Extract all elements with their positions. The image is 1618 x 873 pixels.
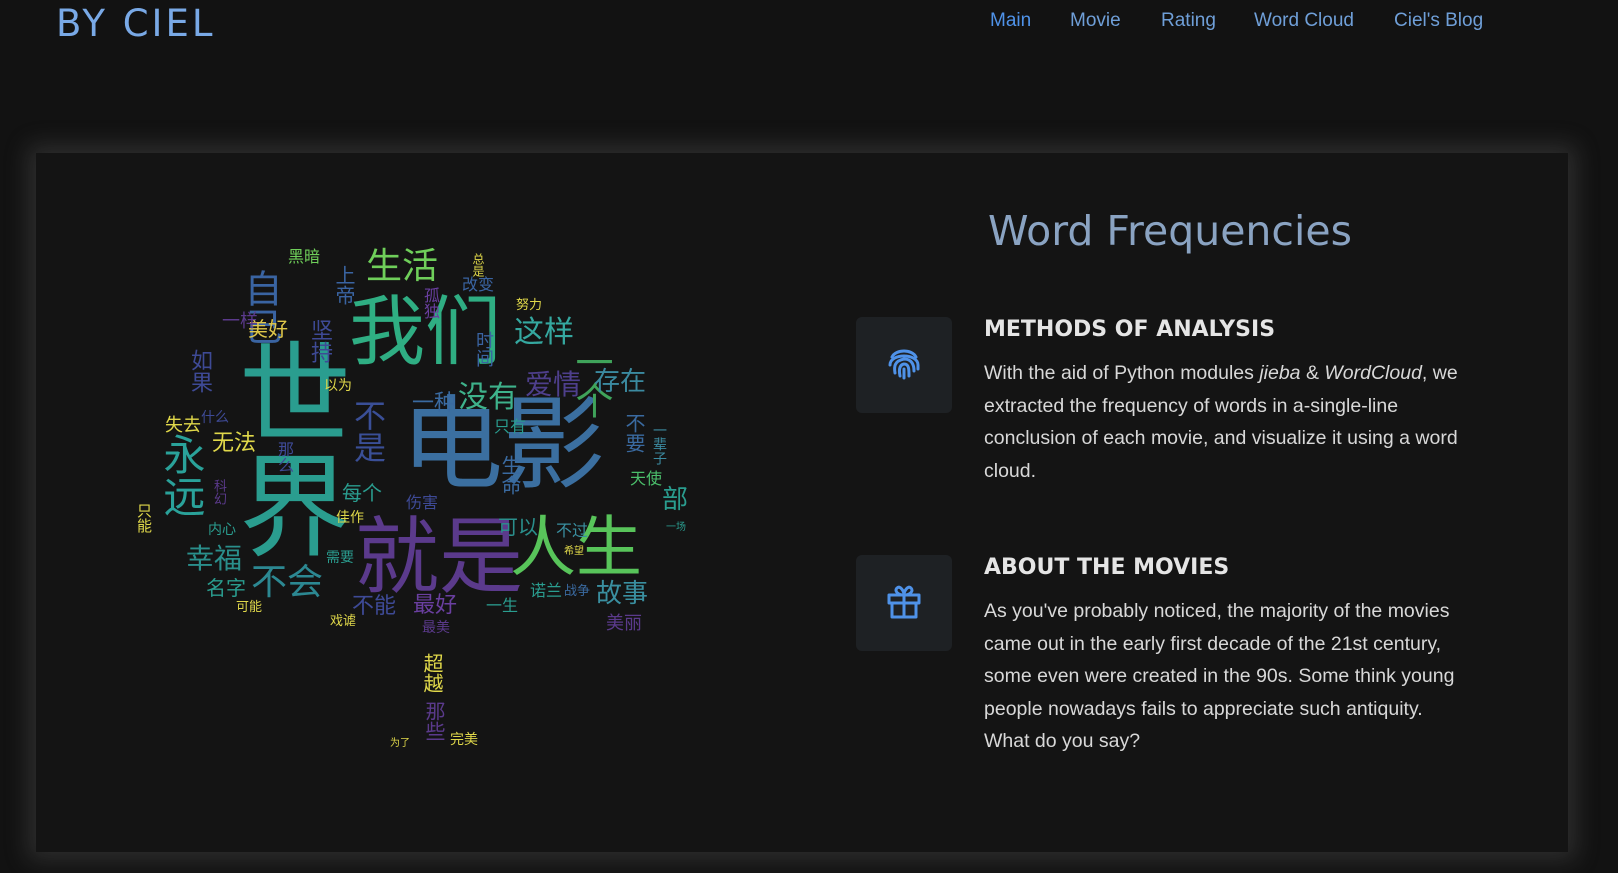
feature-description: As you've probably noticed, the majority… <box>984 600 1455 752</box>
cloud-word: 什么 <box>201 410 229 426</box>
cloud-word: 只有 <box>494 417 527 436</box>
cloud-word: 没有 <box>458 380 518 415</box>
cloud-word: 不过 <box>556 521 589 540</box>
cloud-word: 改变 <box>462 275 495 294</box>
cloud-word: 生活 <box>366 246 439 287</box>
cloud-word: 失去 <box>165 415 201 436</box>
cloud-word: 最好 <box>413 593 458 618</box>
fingerprint-icon-box <box>856 317 952 413</box>
cloud-word: 总是 <box>471 253 485 277</box>
cloud-word: 爱情 <box>525 368 582 401</box>
cloud-word: 希望 <box>564 546 584 557</box>
cloud-word: 以为 <box>324 378 352 394</box>
cloud-word: 内心 <box>208 522 236 538</box>
cloud-word: 为了 <box>390 738 410 749</box>
cloud-word: 如果 <box>187 349 212 393</box>
cloud-word: 一样 <box>222 311 258 332</box>
top-navbar: BY CIEL Main Movie Rating Word Cloud Cie… <box>0 0 1618 60</box>
cloud-word: 那么 <box>275 441 294 473</box>
cloud-word: 一场 <box>666 522 686 533</box>
nav-item-rating[interactable]: Rating <box>1161 10 1216 32</box>
feature-title: ABOUT THE MOVIES <box>984 555 1230 580</box>
cloud-word: 天使 <box>630 469 663 488</box>
cloud-word: 名字 <box>206 576 246 600</box>
cloud-word: 不要 <box>622 413 646 453</box>
cloud-word: 一辈子 <box>651 423 667 465</box>
feature-title: METHODS OF ANALYSIS <box>984 317 1276 342</box>
cloud-word: 努力 <box>516 298 543 313</box>
cloud-word: 一种 <box>412 391 457 416</box>
cloud-word: 科幻 <box>211 479 226 505</box>
cloud-word: 孤独 <box>421 287 440 319</box>
cloud-word: 可能 <box>236 600 263 615</box>
cloud-word: 存在 <box>594 367 647 397</box>
gift-icon-box <box>856 555 952 651</box>
cloud-word: 每个 <box>342 481 382 505</box>
cloud-word: 不能 <box>352 594 397 619</box>
gift-icon <box>884 581 924 625</box>
cloud-word: 上帝 <box>332 265 356 305</box>
nav-item-main[interactable]: Main <box>990 10 1031 32</box>
cloud-word: 美丽 <box>606 613 642 634</box>
cloud-word: 最美 <box>422 620 450 636</box>
cloud-word: 永远 <box>157 433 206 517</box>
cloud-word: 那些 <box>422 701 446 741</box>
cloud-word: 战争 <box>564 584 591 599</box>
cloud-word: 不是 <box>349 399 387 463</box>
nav-item-ciels-blog[interactable]: Ciel's Blog <box>1394 10 1483 32</box>
section-title: Word Frequencies <box>988 207 1352 255</box>
cloud-word: 黑暗 <box>288 247 321 266</box>
cloud-word: 戏谑 <box>330 614 357 629</box>
cloud-word: 生命 <box>498 455 522 495</box>
cloud-word: 坚持 <box>307 319 332 363</box>
cloud-word: 需要 <box>326 550 354 566</box>
nav-item-movie[interactable]: Movie <box>1070 10 1121 32</box>
cloud-word: 佳作 <box>336 510 364 526</box>
cloud-word: 一生 <box>486 596 519 615</box>
fingerprint-icon <box>884 343 924 387</box>
cloud-word: 诺兰 <box>530 581 563 600</box>
cloud-word: 伤害 <box>406 493 439 512</box>
word-cloud-image: 世界 电影 我们 就是 人生 永远 生活 自己 这样 一个 没有 爱情 存在 不… <box>36 153 816 852</box>
cloud-word: 超越 <box>420 653 444 693</box>
cloud-word: 部 <box>662 485 689 515</box>
cloud-word: 可以 <box>498 515 538 539</box>
cloud-word: 这样 <box>514 315 574 350</box>
cloud-word: 完美 <box>450 732 478 748</box>
word-frequency-card: 世界 电影 我们 就是 人生 永远 生活 自己 这样 一个 没有 爱情 存在 不… <box>36 153 1568 852</box>
cloud-word: 幸福 <box>186 542 243 575</box>
cloud-word: 故事 <box>596 579 649 609</box>
feature-description: With the aid of Python modules jieba & W… <box>984 362 1458 482</box>
cloud-word: 不会 <box>251 562 324 603</box>
cloud-word: 只能 <box>135 503 153 533</box>
cloud-word: 无法 <box>212 431 257 456</box>
nav-item-word-cloud[interactable]: Word Cloud <box>1254 10 1354 32</box>
cloud-word: 时间 <box>473 331 494 367</box>
brand-logo[interactable]: BY CIEL <box>56 2 215 45</box>
